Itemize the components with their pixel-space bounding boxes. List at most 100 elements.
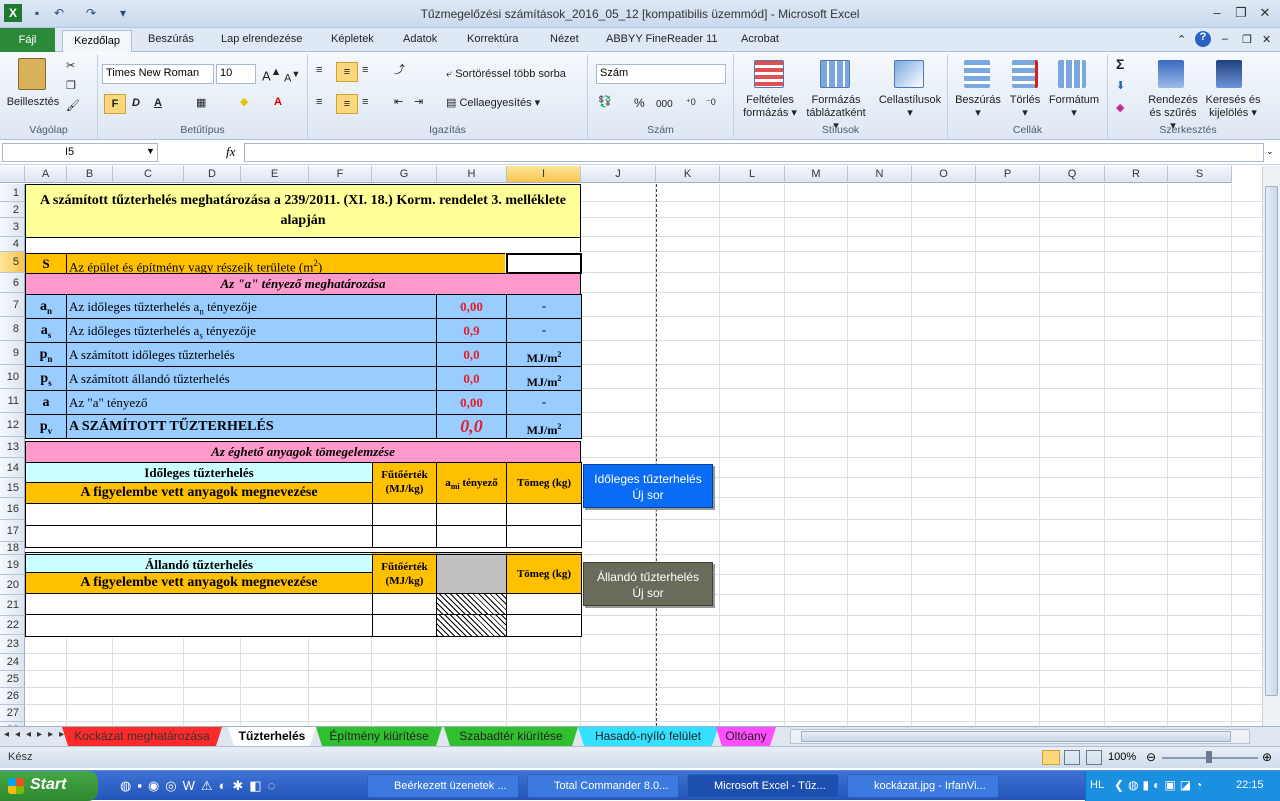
maximize-icon[interactable]: ❐ (1230, 4, 1252, 22)
sheet-title[interactable]: A számított tűzterhelés meghatározása a … (25, 184, 581, 238)
align-right-icon[interactable]: ≡ (362, 96, 368, 109)
material-cell[interactable] (506, 614, 582, 637)
currency-icon[interactable]: 💱 (598, 96, 612, 109)
row-header[interactable]: 11 (0, 389, 25, 413)
row-header[interactable]: 21 (0, 595, 25, 616)
material-cell[interactable] (436, 525, 507, 548)
r12-value[interactable]: 0,0 (436, 414, 507, 439)
r19-perm-heading[interactable]: Állandó tűzterhelés (25, 552, 373, 573)
find-select-icon[interactable] (1216, 60, 1242, 88)
material-cell[interactable] (372, 614, 437, 637)
r11-value[interactable]: 0,00 (436, 390, 507, 415)
language-indicator[interactable]: HL (1090, 779, 1104, 791)
font-size-select[interactable]: 10 (216, 64, 256, 84)
row-header[interactable]: 16 (0, 498, 25, 520)
task-mail[interactable]: Beérkezett üzenetek ... (367, 774, 519, 798)
cell-styles-icon[interactable] (894, 60, 924, 88)
format-painter-icon[interactable]: 🖌 (66, 100, 80, 113)
find-select-button[interactable]: Keresés és kijelölés ▾ (1202, 94, 1264, 120)
sheet-nav-arrows-icon[interactable]: ◂◂◂▸▸▸ (4, 729, 70, 740)
paste-icon[interactable] (18, 58, 46, 90)
grow-font-icon[interactable]: A▲ (262, 66, 281, 82)
row-header[interactable]: 2 (0, 202, 25, 218)
row-header[interactable]: 1 (0, 184, 25, 202)
r10-unit[interactable]: MJ/m2 (506, 366, 582, 391)
material-cell[interactable] (506, 525, 582, 548)
r13-heading[interactable]: Az éghető anyagok tömegelemzése (25, 441, 581, 463)
r8-value[interactable]: 0,9 (436, 318, 507, 343)
insert-cells-icon[interactable] (964, 60, 990, 88)
tab-acrobat[interactable]: Acrobat (741, 33, 779, 45)
ribbon-minimize-icon[interactable]: ⌃ (1177, 33, 1186, 46)
tab-formulas[interactable]: Képletek (331, 33, 374, 45)
sheet-tab[interactable]: Tűzterhelés (228, 727, 316, 746)
r20-material-name-heading[interactable]: A figyelembe vett anyagok megnevezése (25, 572, 373, 594)
align-top-icon[interactable]: ≡ (316, 64, 322, 77)
material-cell[interactable] (372, 593, 437, 616)
expand-formula-icon[interactable]: ⌄ (1266, 146, 1274, 157)
merge-cells-button[interactable]: ▤ Cellaegyesítés ▾ (446, 97, 540, 110)
italic-button[interactable]: D (132, 97, 140, 110)
r6-heading[interactable]: Az "a" tényező meghatározása (25, 273, 581, 295)
sheet-tab[interactable]: Kockázat meghatározása (62, 727, 222, 746)
r8-unit[interactable]: - (506, 318, 582, 343)
r9-symbol[interactable]: pn (25, 342, 67, 367)
material-cell[interactable] (25, 593, 373, 616)
r7-label[interactable]: Az időleges tűzterhelés an tényezője (66, 294, 437, 319)
row-header[interactable]: 26 (0, 688, 25, 705)
column-header[interactable]: B (67, 166, 113, 183)
tab-view[interactable]: Nézet (550, 33, 579, 45)
number-format-select[interactable]: Szám (596, 64, 726, 84)
r12-unit[interactable]: MJ/m2 (506, 414, 582, 439)
row-header[interactable]: 9 (0, 341, 25, 365)
material-cell[interactable] (372, 503, 437, 526)
wrap-text-button[interactable]: ⤶ Sortöréssel több sorba (446, 68, 566, 81)
row-header[interactable]: 23 (0, 635, 25, 654)
material-cell[interactable] (436, 614, 507, 637)
increase-indent-icon[interactable]: ⇥ (414, 96, 423, 109)
horizontal-scroll-thumb[interactable] (801, 731, 1231, 742)
column-header[interactable]: I (507, 166, 581, 183)
r5-area-input-selected[interactable] (505, 252, 583, 275)
align-left-icon[interactable]: ≡ (316, 96, 322, 109)
tab-review[interactable]: Korrektúra (467, 33, 518, 45)
font-name-select[interactable]: Times New Roman (102, 64, 214, 84)
column-header[interactable]: E (241, 166, 309, 183)
font-color-icon[interactable]: A (274, 96, 282, 109)
align-middle-icon[interactable]: ≡ (336, 62, 358, 82)
material-cell[interactable] (25, 525, 373, 548)
bold-button[interactable]: F (104, 94, 126, 114)
row-header[interactable]: 24 (0, 654, 25, 671)
help-icon[interactable]: ? (1195, 31, 1211, 47)
page-layout-view-icon[interactable] (1064, 750, 1080, 765)
zoom-out-icon[interactable]: ⊖ (1146, 750, 1156, 764)
column-header[interactable]: P (976, 166, 1040, 183)
insert-function-button[interactable]: fx (226, 144, 235, 160)
column-header[interactable]: N (848, 166, 912, 183)
row-header[interactable]: 22 (0, 616, 25, 635)
sheet-tab[interactable]: Építmény kiürítése (316, 727, 442, 746)
horizontal-scrollbar[interactable] (790, 729, 1250, 744)
tab-abbyy[interactable]: ABBYY FineReader 11 (606, 33, 718, 45)
r8-symbol[interactable]: as (25, 318, 67, 343)
r7-symbol[interactable]: an (25, 294, 67, 319)
r9-unit[interactable]: MJ/m2 (506, 342, 582, 367)
align-bottom-icon[interactable]: ≡ (362, 64, 368, 77)
row-header[interactable]: 3 (0, 218, 25, 237)
row-header[interactable]: 15 (0, 478, 25, 498)
r11-unit[interactable]: - (506, 390, 582, 415)
quick-launch-icons[interactable]: ◍▪◉◎W⚠◐✱◧◌ (120, 778, 281, 794)
select-all-corner[interactable] (0, 166, 25, 183)
r14-temp-heading[interactable]: Időleges tűzterhelés (25, 462, 373, 483)
row-header[interactable]: 14 (0, 458, 25, 478)
delete-cells-icon[interactable] (1012, 60, 1038, 88)
material-cell[interactable] (436, 503, 507, 526)
column-header[interactable]: S (1168, 166, 1232, 183)
row-header[interactable]: 17 (0, 520, 25, 542)
percent-button[interactable]: % (634, 97, 645, 110)
column-header[interactable]: K (656, 166, 720, 183)
r12-symbol[interactable]: pv (25, 414, 67, 439)
material-cell[interactable] (25, 614, 373, 637)
format-cells-icon[interactable] (1058, 60, 1086, 88)
r10-label[interactable]: A számított állandó tűzterhelés (66, 366, 437, 391)
